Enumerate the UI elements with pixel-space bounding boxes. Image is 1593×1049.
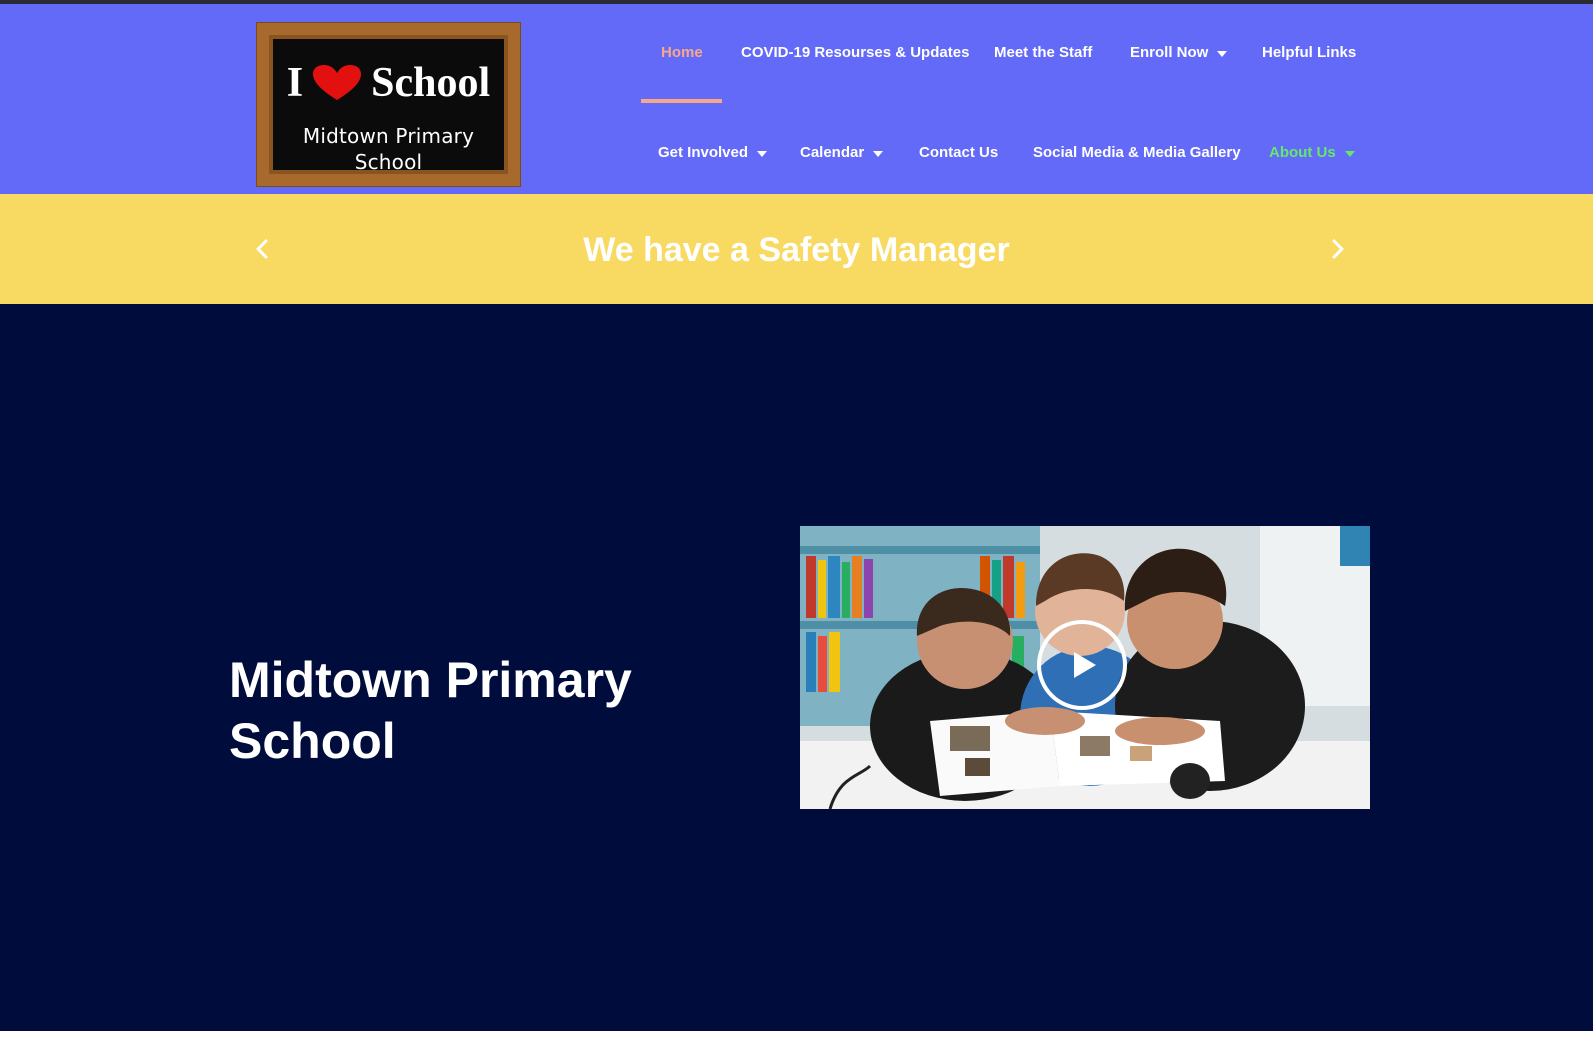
nav-get-involved-label: Get Involved (658, 144, 749, 161)
nav-calendar-label: Calendar (800, 144, 865, 161)
play-icon (1074, 652, 1096, 678)
nav-covid-resources[interactable]: COVID-19 Resourses & Updates (741, 43, 969, 63)
announcement-banner: We have a Safety Manager (0, 194, 1593, 304)
chevron-down-icon (1344, 151, 1355, 157)
nav-calendar[interactable]: Calendar (800, 143, 884, 163)
nav-social-label: Social Media & Media Gallery (1033, 144, 1241, 161)
nav-home[interactable]: Home (661, 43, 703, 63)
nav-enroll-label: Enroll Now (1130, 44, 1209, 61)
hero-section: Midtown Primary School (0, 304, 1593, 1031)
nav-enroll-now[interactable]: Enroll Now (1130, 43, 1228, 63)
nav-get-involved[interactable]: Get Involved (658, 143, 768, 163)
nav-about-us[interactable]: About Us (1269, 143, 1355, 163)
nav-helpful-label: Helpful Links (1262, 44, 1357, 61)
chevron-down-icon (873, 151, 884, 157)
nav-contact-us[interactable]: Contact Us (919, 143, 998, 163)
nav-about-label: About Us (1269, 144, 1336, 161)
chevron-down-icon (1217, 51, 1228, 57)
nav-social-media-gallery[interactable]: Social Media & Media Gallery (1033, 143, 1241, 163)
nav-meet-the-staff[interactable]: Meet the Staff (994, 43, 1092, 63)
active-nav-indicator (641, 99, 722, 103)
hero-title: Midtown Primary School (229, 651, 632, 769)
chevron-down-icon (757, 151, 768, 157)
video-player[interactable] (800, 526, 1370, 809)
nav-contact-label: Contact Us (919, 144, 999, 161)
play-button[interactable] (1037, 620, 1127, 710)
logo-letter-i: I (286, 60, 304, 106)
nav-meet-staff-label: Meet the Staff (994, 44, 1093, 61)
logo-line-1: I School (269, 59, 508, 107)
site-header: I School Midtown Primary School Home COV… (0, 4, 1593, 194)
banner-title: We have a Safety Manager (583, 231, 1010, 269)
nav-helpful-links[interactable]: Helpful Links (1262, 43, 1356, 63)
logo-word-school: School (371, 60, 491, 106)
chevron-right-icon (1332, 239, 1344, 259)
banner-next-button[interactable] (1322, 234, 1352, 264)
site-logo[interactable]: I School Midtown Primary School (257, 23, 520, 186)
page-bottom (0, 1031, 1593, 1049)
nav-covid-label: COVID-19 Resourses & Updates (741, 44, 970, 61)
nav-home-label: Home (661, 44, 703, 61)
logo-school-name: Midtown Primary School (302, 124, 475, 174)
heart-icon (313, 65, 362, 100)
